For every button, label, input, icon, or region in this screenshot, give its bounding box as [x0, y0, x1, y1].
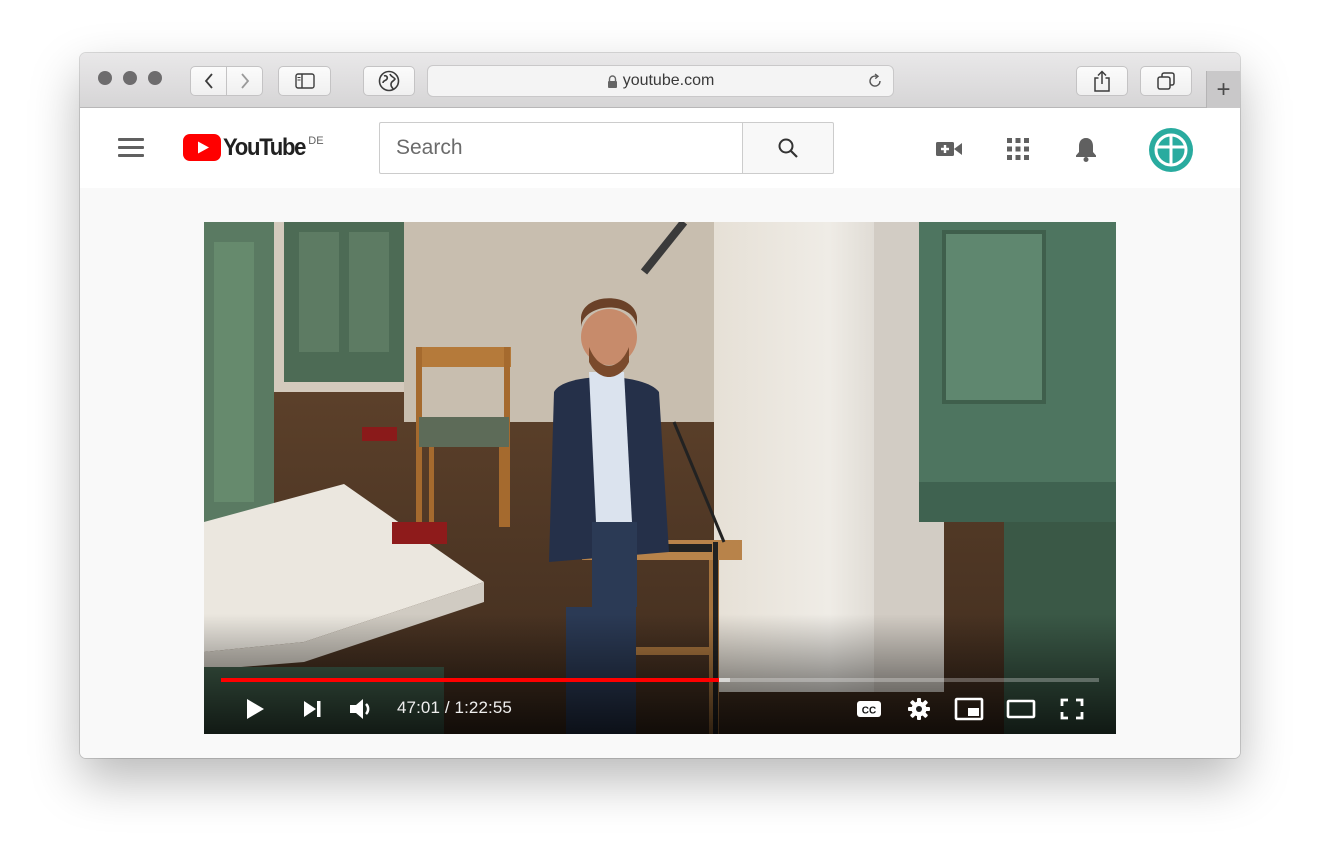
globe-button[interactable] [363, 66, 415, 96]
bell-icon[interactable] [1072, 135, 1100, 163]
played-bar [221, 678, 719, 682]
address-text: youtube.com [622, 72, 715, 89]
sidebar-button[interactable] [278, 66, 331, 96]
close-window-button[interactable] [98, 71, 112, 85]
zoom-window-button[interactable] [148, 71, 162, 85]
progress-bar[interactable] [221, 678, 1099, 682]
time-display: 47:01 / 1:22:55 [397, 698, 512, 717]
create-video-icon[interactable] [935, 135, 963, 163]
region-code: DE [308, 135, 324, 147]
back-icon [204, 73, 213, 89]
cc-icon[interactable]: CC [854, 692, 884, 726]
reload-icon[interactable] [867, 73, 883, 94]
theater-mode-icon[interactable] [1004, 692, 1038, 726]
minimize-window-button[interactable] [123, 71, 137, 85]
nav-buttons [190, 66, 263, 96]
share-icon [1094, 70, 1110, 92]
forward-button[interactable] [226, 67, 262, 95]
new-tab-button[interactable]: + [1206, 71, 1240, 108]
share-button[interactable] [1076, 66, 1128, 96]
forward-icon [240, 73, 249, 89]
back-button[interactable] [191, 67, 226, 95]
miniplayer-icon[interactable] [952, 692, 986, 726]
youtube-header: YouTube DE Search [80, 108, 1240, 188]
page-content: 47:01 / 1:22:55 CC [80, 188, 1240, 758]
next-icon[interactable] [299, 692, 325, 726]
avatar[interactable] [1149, 128, 1193, 172]
youtube-play-logo-icon [183, 134, 221, 161]
lock-icon [607, 74, 618, 88]
play-icon[interactable] [240, 692, 270, 726]
video-player[interactable]: 47:01 / 1:22:55 CC [204, 222, 1116, 734]
search-icon [778, 138, 798, 158]
sidebar-icon [294, 73, 315, 89]
hamburger-icon[interactable] [118, 138, 144, 158]
avatar-cross-icon [1154, 133, 1188, 167]
fullscreen-icon[interactable] [1057, 692, 1087, 726]
address-bar[interactable]: youtube.com [427, 65, 894, 97]
tabs-overview-button[interactable] [1140, 66, 1192, 96]
globe-icon [378, 70, 400, 92]
tabs-icon [1157, 72, 1175, 90]
volume-icon[interactable] [346, 692, 378, 726]
settings-gear-icon[interactable] [904, 692, 934, 726]
search-button[interactable] [742, 122, 834, 174]
browser-window: youtube.com + YouTube DE Search 47:01 / … [80, 53, 1240, 758]
svg-text:CC: CC [862, 706, 876, 717]
youtube-logo[interactable]: YouTube DE [183, 134, 324, 162]
logo-wordmark: YouTube [223, 134, 306, 161]
search-input[interactable]: Search [379, 122, 743, 174]
apps-grid-icon[interactable] [1004, 135, 1032, 163]
browser-toolbar: youtube.com + [80, 53, 1240, 108]
